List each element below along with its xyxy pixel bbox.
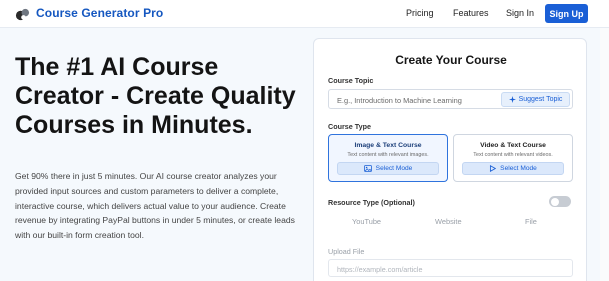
- upload-url-input[interactable]: [337, 263, 537, 275]
- resource-tab-youtube[interactable]: YouTube: [352, 217, 381, 226]
- select-mode-label: Select Mode: [375, 165, 413, 172]
- nav-link-features[interactable]: Features: [453, 8, 489, 18]
- suggest-topic-button[interactable]: Suggest Topic: [501, 92, 570, 107]
- resource-tab-file[interactable]: File: [525, 217, 537, 226]
- hero-description: Get 90% there in just 5 minutes. Our AI …: [15, 171, 295, 241]
- course-type-title: Video & Text Course: [480, 142, 546, 149]
- course-type-subtitle: Text content with relevant videos.: [473, 152, 553, 158]
- course-type-subtitle: Text content with relevant images.: [347, 152, 429, 158]
- course-topic-input[interactable]: [337, 94, 497, 106]
- hero-title: The #1 AI Course Creator - Create Qualit…: [15, 53, 296, 139]
- resource-type-label: Resource Type (Optional): [328, 198, 415, 207]
- course-type-video-text[interactable]: Video & Text Course Text content with re…: [453, 134, 573, 182]
- select-mode-button-video[interactable]: Select Mode: [462, 162, 564, 175]
- resource-type-toggle[interactable]: [549, 196, 571, 207]
- nav-link-sign-in[interactable]: Sign In: [506, 8, 534, 18]
- scrollbar-track[interactable]: [600, 28, 609, 281]
- upload-file-field[interactable]: [328, 259, 573, 277]
- upload-file-label: Upload File: [328, 247, 365, 256]
- nav-link-pricing[interactable]: Pricing: [406, 8, 434, 18]
- create-course-card: Create Your Course Course Topic Suggest …: [313, 38, 587, 281]
- play-icon: [490, 165, 497, 172]
- suggest-topic-label: Suggest Topic: [518, 96, 563, 103]
- course-topic-field[interactable]: Suggest Topic: [328, 89, 573, 109]
- image-icon: [363, 165, 372, 172]
- course-topic-label: Course Topic: [328, 76, 374, 85]
- toggle-knob: [551, 197, 559, 206]
- course-type-label: Course Type: [328, 122, 372, 131]
- resource-tab-website[interactable]: Website: [435, 217, 462, 226]
- top-navbar: Course Generator Pro Pricing Features Si…: [0, 0, 609, 28]
- course-type-image-text[interactable]: Image & Text Course Text content with re…: [328, 134, 448, 182]
- select-mode-label: Select Mode: [500, 165, 537, 172]
- brand-name[interactable]: Course Generator Pro: [36, 6, 163, 20]
- select-mode-button-image[interactable]: Select Mode: [337, 162, 439, 175]
- sparkle-icon: [508, 96, 516, 103]
- sign-up-button[interactable]: Sign Up: [545, 4, 588, 23]
- course-type-title: Image & Text Course: [354, 142, 422, 149]
- logo-icon[interactable]: [15, 7, 30, 22]
- card-title: Create Your Course: [395, 53, 507, 67]
